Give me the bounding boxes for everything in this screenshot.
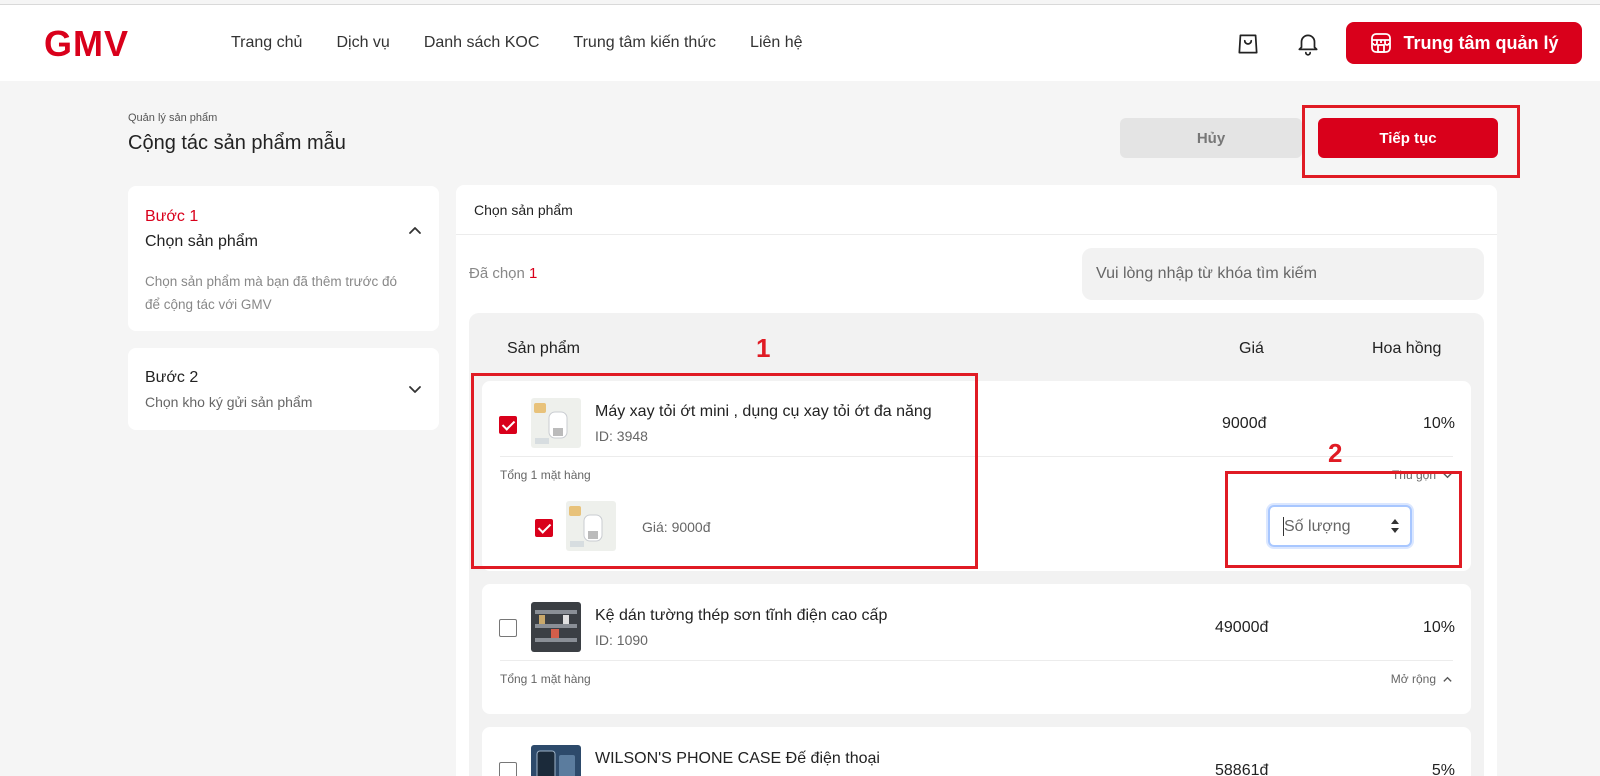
chevron-up-icon	[1443, 676, 1452, 682]
selected-count: 1	[529, 265, 538, 282]
product-checkbox[interactable]	[499, 619, 517, 637]
nav-home[interactable]: Trang chủ	[231, 34, 302, 52]
product-price: 49000đ	[1215, 619, 1269, 636]
nav-services[interactable]: Dịch vụ	[336, 34, 389, 52]
nav-contact[interactable]: Liên hệ	[750, 34, 803, 52]
main-nav: Trang chủ Dịch vụ Danh sách KOC Trung tâ…	[231, 5, 837, 81]
chevron-down-icon[interactable]	[407, 381, 423, 397]
product-checkbox[interactable]	[499, 762, 517, 776]
expand-label: Mở rộng	[1390, 672, 1436, 686]
column-header-price: Giá	[1239, 340, 1264, 357]
product-id: ID: 1090	[595, 632, 648, 648]
search-input[interactable]	[1082, 248, 1484, 300]
breadcrumb[interactable]: Quản lý sản phẩm	[128, 112, 217, 124]
nav-koc-list[interactable]: Danh sách KOC	[424, 34, 540, 52]
product-thumbnail	[531, 745, 581, 776]
item-total: Tổng 1 mặt hàng	[500, 672, 591, 686]
annotation-box-3	[1302, 105, 1520, 178]
step-2-description: Chọn kho ký gửi sản phẩm	[145, 394, 313, 410]
chevron-up-icon[interactable]	[407, 223, 423, 239]
step-1-title: Chọn sản phẩm	[145, 233, 258, 250]
product-commission: 10%	[1422, 619, 1455, 636]
step-2-number: Bước 2	[145, 369, 199, 386]
bell-icon[interactable]	[1295, 31, 1321, 57]
annotation-box-1	[471, 373, 978, 569]
cancel-button[interactable]: Hủy	[1120, 118, 1302, 158]
product-commission: 5%	[1431, 762, 1455, 776]
product-name: WILSON'S PHONE CASE Đế điện thoại	[595, 750, 880, 767]
product-price: 9000đ	[1222, 415, 1267, 432]
annotation-number-1: 1	[756, 333, 771, 363]
column-header-commission: Hoa hồng	[1372, 340, 1442, 357]
store-icon	[1371, 33, 1392, 53]
product-name: Kệ dán tường thép sơn tĩnh điện cao cấp	[595, 607, 888, 624]
divider	[456, 234, 1497, 235]
product-commission: 10%	[1422, 415, 1455, 432]
selected-count-label: Đã chọn 1	[469, 265, 538, 282]
site-header: GMV Trang chủ Dịch vụ Danh sách KOC Trun…	[0, 5, 1600, 81]
step-2-card[interactable]: Bước 2 Chọn kho ký gửi sản phẩm	[128, 348, 439, 430]
column-header-product: Sản phẩm	[507, 340, 580, 357]
page-title: Cộng tác sản phẩm mẫu	[128, 132, 346, 154]
gmv-logo[interactable]: GMV	[44, 27, 152, 59]
step-1-description: Chọn sản phẩm mà bạn đã thêm trước đó để…	[145, 274, 398, 312]
nav-knowledge-center[interactable]: Trung tâm kiến thức	[573, 34, 716, 52]
step-1-card: Bước 1 Chọn sản phẩm Chọn sản phẩm mà bạ…	[128, 186, 439, 331]
divider	[500, 660, 1453, 661]
table-row: WILSON'S PHONE CASE Đế điện thoại 58861đ…	[482, 727, 1471, 776]
table-row: Kệ dán tường thép sơn tĩnh điện cao cấp …	[482, 584, 1471, 714]
manager-center-label: Trung tâm quản lý	[1403, 32, 1559, 53]
manager-center-button[interactable]: Trung tâm quản lý	[1346, 22, 1582, 64]
svg-text:GMV: GMV	[44, 27, 129, 59]
step-1-number: Bước 1	[145, 208, 199, 225]
shopping-bag-icon[interactable]	[1235, 31, 1261, 57]
product-price: 58861đ	[1215, 762, 1269, 776]
product-thumbnail	[531, 602, 581, 652]
annotation-box-2	[1225, 471, 1462, 568]
annotation-number-2: 2	[1328, 438, 1343, 468]
expand-toggle[interactable]: Mở rộng	[1391, 672, 1453, 686]
panel-title: Chọn sản phẩm	[474, 202, 573, 218]
